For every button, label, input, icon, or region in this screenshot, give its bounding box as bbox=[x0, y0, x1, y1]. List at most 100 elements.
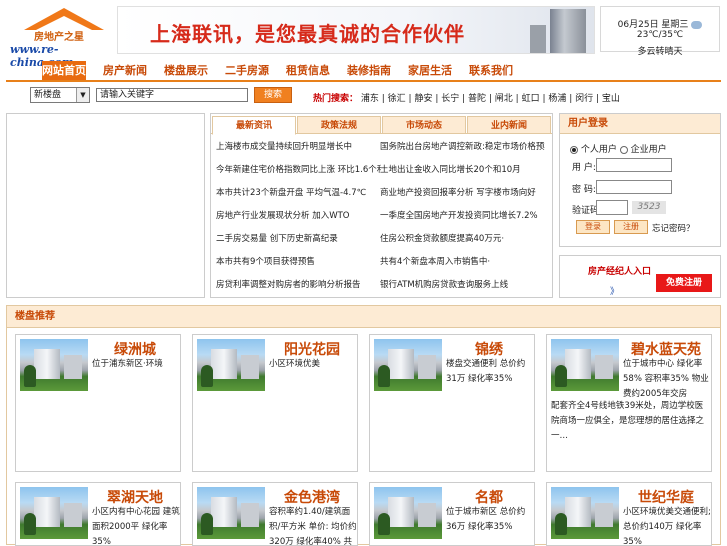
building-image bbox=[550, 9, 586, 53]
cloud-icon bbox=[691, 20, 703, 29]
news-list-right: 国务院出台房地产调控新政:稳定市场价格预期 土地出让金收入同比增长20个和10月… bbox=[380, 136, 545, 297]
news-item[interactable]: 一季度全国房地产开发投资同比增长7.2% bbox=[380, 205, 545, 228]
agent-link[interactable]: 》 bbox=[610, 284, 619, 297]
news-item[interactable]: 房地产行业发展现状分析 加入WTO bbox=[216, 205, 381, 228]
captcha-image[interactable]: 3523 bbox=[632, 201, 666, 214]
listing-photo[interactable] bbox=[374, 487, 442, 539]
login-button[interactable]: 登录 bbox=[576, 220, 610, 234]
listing-card[interactable]: 翠湖天地 小区内有中心花园 建筑面积2000平 绿化率35% bbox=[15, 482, 181, 546]
radio-company[interactable] bbox=[619, 145, 628, 154]
nav-item-resale[interactable]: 二手房源 bbox=[225, 61, 269, 80]
nav-item-news[interactable]: 房产新闻 bbox=[103, 61, 147, 80]
listing-card[interactable]: 阳光花园 小区环境优美 bbox=[192, 334, 358, 472]
register-button[interactable]: 注册 bbox=[614, 220, 648, 234]
news-item[interactable]: 房贷利率调整对购房者的影响分析报告 bbox=[216, 274, 381, 297]
hot-link[interactable]: 闵行 bbox=[575, 94, 593, 104]
nav-item-decor[interactable]: 装修指南 bbox=[347, 61, 391, 80]
search-category-select[interactable]: 新楼盘 ▼ bbox=[30, 87, 90, 103]
hot-link[interactable]: 长宁 bbox=[441, 94, 459, 104]
tab-latest[interactable]: 最新资讯 bbox=[212, 116, 296, 135]
listing-card[interactable]: 名都 位于城市新区 总价约36万 绿化率35% bbox=[369, 482, 535, 546]
hot-link[interactable]: 虹口 bbox=[522, 94, 540, 104]
listing-photo[interactable] bbox=[551, 487, 619, 539]
hot-link[interactable]: 普陀 bbox=[468, 94, 486, 104]
login-panel: 用户登录 个人用户 企业用户 用 户: 密 码: 验证码: 3523 登录 注册… bbox=[559, 113, 721, 247]
hot-link[interactable]: 宝山 bbox=[602, 94, 620, 104]
listing-title[interactable]: 金色港湾 bbox=[269, 487, 355, 507]
agent-title: 房产经纪人入口 bbox=[588, 267, 652, 277]
weather-desc: 多云转晴天 bbox=[637, 47, 683, 57]
search-input[interactable]: 请输入关键字 bbox=[96, 88, 248, 102]
listing-card[interactable]: 世纪华庭 小区环境优美交通便利;总价约140万 绿化率35% bbox=[546, 482, 712, 546]
banner-slogan: 上海联讯，是您最真诚的合作伙伴 bbox=[150, 22, 465, 46]
listing-title[interactable]: 锦绣 bbox=[446, 339, 532, 359]
hot-link[interactable]: 杨浦 bbox=[548, 94, 566, 104]
chevron-down-icon[interactable]: ▼ bbox=[76, 88, 89, 102]
listings-title: 楼盘推荐 bbox=[7, 306, 720, 328]
radio-personal[interactable] bbox=[570, 145, 578, 154]
listings-section: 楼盘推荐 绿洲城 位于浦东新区·环境 阳光花园 小区环境优美 锦绣 楼盘交通便利… bbox=[6, 305, 721, 546]
site-logo[interactable]: 房地产之星 www.re-china.com bbox=[6, 6, 114, 69]
listing-photo[interactable] bbox=[197, 487, 265, 539]
news-panel: 最新资讯 政策法规 市场动态 业内新闻 上海楼市成交量持续回升明显增长中 今年新… bbox=[210, 113, 553, 298]
news-item[interactable]: 二手房交易量 创下历史新高纪录 bbox=[216, 228, 381, 251]
listing-title[interactable]: 名都 bbox=[446, 487, 532, 507]
listing-photo[interactable] bbox=[551, 339, 619, 391]
listing-photo[interactable] bbox=[20, 339, 88, 391]
news-item[interactable]: 土地出让金收入同比增长20个和10月 bbox=[380, 159, 545, 182]
hot-link[interactable]: 闸北 bbox=[495, 94, 513, 104]
search-button[interactable]: 搜索 bbox=[254, 87, 292, 103]
tab-policy[interactable]: 政策法规 bbox=[297, 116, 381, 134]
forgot-password-link[interactable]: 忘记密码？ bbox=[652, 222, 695, 234]
nav-item-rental[interactable]: 租赁信息 bbox=[286, 61, 330, 80]
password-field[interactable] bbox=[596, 180, 672, 194]
listing-desc: 位于城市中心 绿化率58% 容积率35% 物业费约2005年交房 bbox=[623, 359, 709, 399]
listing-card[interactable]: 碧水蓝天苑 位于城市中心 绿化率58% 容积率35% 物业费约2005年交房 配… bbox=[546, 334, 712, 472]
search-category-value: 新楼盘 bbox=[34, 90, 62, 100]
listing-desc: 楼盘交通便利 总价约31万 绿化率35% bbox=[446, 359, 526, 384]
listing-desc: 小区环境优美 bbox=[269, 359, 321, 369]
listing-desc-extra: 配套齐全4号线地铁39米处，周边学校医院商场一应俱全，是您理想的居住选择之一… bbox=[551, 401, 705, 441]
news-item[interactable]: 本市共计23个新盘开盘 平均气温-4.7℃ bbox=[216, 182, 381, 205]
nav-item-contact[interactable]: 联系我们 bbox=[469, 61, 513, 80]
tab-industry[interactable]: 业内新闻 bbox=[467, 116, 551, 134]
free-register-button[interactable]: 免费注册 bbox=[656, 274, 712, 292]
left-ad-panel bbox=[6, 113, 205, 298]
news-item[interactable]: 国务院出台房地产调控新政:稳定市场价格预期 bbox=[380, 136, 545, 159]
listing-title[interactable]: 绿洲城 bbox=[92, 339, 178, 359]
news-item[interactable]: 商业地产投资回报率分析 写字楼市场向好 bbox=[380, 182, 545, 205]
news-item[interactable]: 银行ATM机购房贷款查询服务上线 bbox=[380, 274, 545, 297]
news-item[interactable]: 共有4个新盘本周入市销售中· bbox=[380, 251, 545, 274]
hot-link[interactable]: 浦东 bbox=[361, 94, 379, 104]
nav-item-home-life[interactable]: 家居生活 bbox=[408, 61, 452, 80]
listing-title[interactable]: 翠湖天地 bbox=[92, 487, 178, 507]
listing-card[interactable]: 金色港湾 容积率约1.40/建筑面积/平方米 单价: 均价约320万 绿化率40… bbox=[192, 482, 358, 546]
top-banner[interactable]: 上海联讯，是您最真诚的合作伙伴 bbox=[117, 6, 595, 54]
nav-item-home[interactable]: 网站首页 bbox=[42, 61, 86, 80]
listing-photo[interactable] bbox=[197, 339, 265, 391]
username-field[interactable] bbox=[596, 158, 672, 172]
weather-widget: 06月25日 星期三 23℃/35℃ 多云转晴天 bbox=[600, 6, 720, 57]
login-title: 用户登录 bbox=[560, 114, 720, 134]
logo-name: 房地产之星 bbox=[34, 32, 84, 43]
hot-search-label: 热门搜索： bbox=[313, 94, 359, 104]
news-item[interactable]: 住房公积金贷款额度提高40万元· bbox=[380, 228, 545, 251]
tab-market[interactable]: 市场动态 bbox=[382, 116, 466, 134]
nav-item-projects[interactable]: 楼盘展示 bbox=[164, 61, 208, 80]
listing-title[interactable]: 碧水蓝天苑 bbox=[623, 339, 709, 359]
hot-link[interactable]: 徐汇 bbox=[388, 94, 406, 104]
news-item[interactable]: 上海楼市成交量持续回升明显增长中 bbox=[216, 136, 381, 159]
listing-card[interactable]: 绿洲城 位于浦东新区·环境 bbox=[15, 334, 181, 472]
password-label: 密 码: bbox=[572, 185, 596, 195]
news-item[interactable]: 今年新建住宅价格指数同比上涨 环比1.6个和5月 bbox=[216, 159, 381, 182]
username-label: 用 户: bbox=[572, 163, 596, 173]
captcha-field[interactable] bbox=[596, 200, 628, 215]
listing-title[interactable]: 世纪华庭 bbox=[623, 487, 709, 507]
news-item[interactable]: 本市共有9个项目获得预售 bbox=[216, 251, 381, 274]
listing-title[interactable]: 阳光花园 bbox=[269, 339, 355, 359]
listing-photo[interactable] bbox=[20, 487, 88, 539]
listing-card[interactable]: 锦绣 楼盘交通便利 总价约31万 绿化率35% bbox=[369, 334, 535, 472]
hot-search-links: 热门搜索： 浦东 | 徐汇 | 静安 | 长宁 | 普陀 | 闸北 | 虹口 |… bbox=[313, 94, 620, 104]
hot-link[interactable]: 静安 bbox=[414, 94, 432, 104]
listing-photo[interactable] bbox=[374, 339, 442, 391]
